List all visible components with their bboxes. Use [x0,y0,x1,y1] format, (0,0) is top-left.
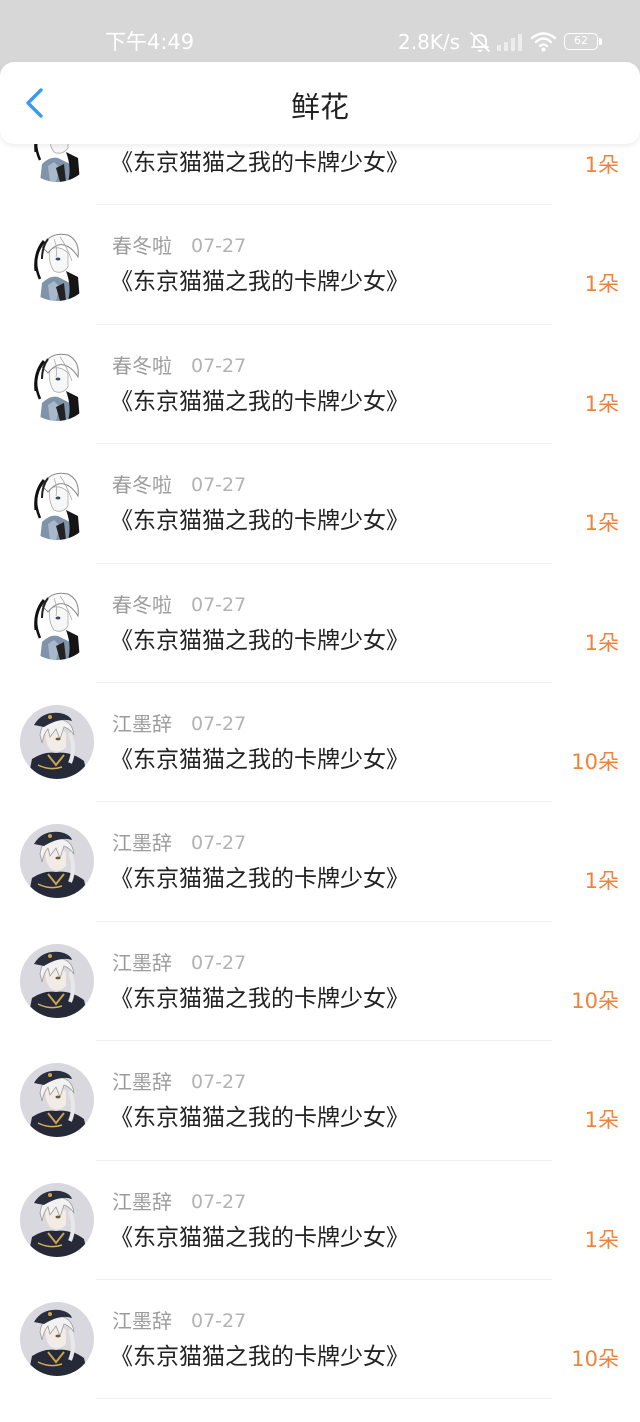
avatar[interactable] [20,824,94,899]
list-item[interactable]: 江墨辞 07-27 《东京猫猫之我的卡牌少女》 10朵 [0,1280,640,1400]
battery-icon: 62 [564,33,598,50]
flower-count: 1朵 [584,630,619,655]
book-title: 《东京猫猫之我的卡牌少女》 [110,388,409,415]
book-title: 《东京猫猫之我的卡牌少女》 [110,747,409,773]
sent-date: 07-27 [191,593,247,616]
list-item[interactable]: 春冬啦 07-27 《东京猫猫之我的卡牌少女》 1朵 [0,444,640,564]
avatar[interactable] [20,1063,94,1138]
book-title: 《东京猫猫之我的卡牌少女》 [110,627,409,654]
network-speed: 2.8K/s [398,30,461,54]
avatar[interactable] [20,943,94,1018]
sender-name[interactable]: 江墨辞 [112,1310,172,1332]
avatar[interactable] [20,1182,94,1257]
book-title: 《东京猫猫之我的卡牌少女》 [110,1344,409,1370]
list-item[interactable]: 江墨辞 07-27 《东京猫猫之我的卡牌少女》 10朵 [0,921,640,1042]
sender-name[interactable]: 江墨辞 [112,952,172,974]
list-item[interactable]: 江墨辞 07-27 《东京猫猫之我的卡牌少女》 10朵 [0,683,640,803]
signal-icon [497,34,522,51]
flower-count: 1朵 [584,511,619,536]
flower-count: 10朵 [571,988,619,1013]
page-title: 鲜花 [290,90,349,124]
avatar[interactable] [20,346,94,421]
book-title: 《东京猫猫之我的卡牌少女》 [110,985,409,1012]
book-title: 《东京猫猫之我的卡牌少女》 [110,1224,409,1251]
flower-count: 1朵 [584,153,619,177]
flower-count: 1朵 [584,272,619,297]
sent-date: 07-27 [191,1190,247,1213]
flower-count: 10朵 [571,750,619,774]
sent-date: 07-27 [191,832,247,855]
sent-date: 07-27 [191,354,247,377]
sender-name[interactable]: 春冬啦 [112,474,172,496]
sender-name[interactable]: 春冬啦 [112,355,172,377]
bell-muted-icon [470,32,490,52]
list-item[interactable]: 江墨辞 07-27 《东京猫猫之我的卡牌少女》 1朵 [0,1160,640,1280]
sender-name[interactable]: 江墨辞 [112,1191,172,1213]
sender-name[interactable]: 春冬啦 [112,594,172,616]
flower-count: 1朵 [584,869,619,894]
list-item[interactable]: 春冬啦 07-27 《东京猫猫之我的卡牌少女》 1朵 [0,563,640,683]
book-title: 《东京猫猫之我的卡牌少女》 [110,508,409,535]
list-item[interactable]: 春冬啦 07-27 《东京猫猫之我的卡牌少女》 1朵 [0,324,640,445]
sent-date: 07-27 [191,713,247,735]
avatar[interactable] [20,466,94,541]
list-item[interactable]: 江墨辞 07-27 《东京猫猫之我的卡牌少女》 1朵 [0,1041,640,1161]
sent-date: 07-27 [191,951,247,974]
status-time: 下午4:49 [105,30,195,54]
avatar[interactable] [20,585,94,660]
battery-level: 62 [574,34,588,47]
sender-name[interactable]: 江墨辞 [112,1071,172,1093]
sent-date: 07-27 [191,235,247,258]
flower-count: 1朵 [584,1108,619,1133]
sent-date: 07-27 [191,1071,247,1094]
header: 鲜花 [0,62,640,144]
divider [96,1398,552,1400]
sender-name[interactable]: 江墨辞 [112,713,172,735]
list-item[interactable]: 春冬啦 07-27 《东京猫猫之我的卡牌少女》 1朵 [0,205,640,325]
battery-nub [599,38,602,45]
avatar[interactable] [20,705,94,779]
sender-name[interactable]: 春冬啦 [112,235,172,257]
avatar[interactable] [20,1302,94,1376]
book-title: 《东京猫猫之我的卡牌少女》 [110,1105,409,1132]
book-title: 《东京猫猫之我的卡牌少女》 [110,866,409,893]
sender-name[interactable]: 江墨辞 [112,832,172,854]
flower-count: 1朵 [584,391,619,416]
book-title: 《东京猫猫之我的卡牌少女》 [110,269,409,296]
sent-date: 07-27 [191,1310,247,1332]
flower-count: 10朵 [571,1347,619,1371]
flower-count: 1朵 [584,1227,619,1252]
wifi-icon [530,32,557,52]
sent-date: 07-27 [191,474,247,497]
list-item[interactable]: 江墨辞 07-27 《东京猫猫之我的卡牌少女》 1朵 [0,802,640,922]
book-title: 《东京猫猫之我的卡牌少女》 [110,150,409,176]
avatar[interactable] [20,227,94,302]
